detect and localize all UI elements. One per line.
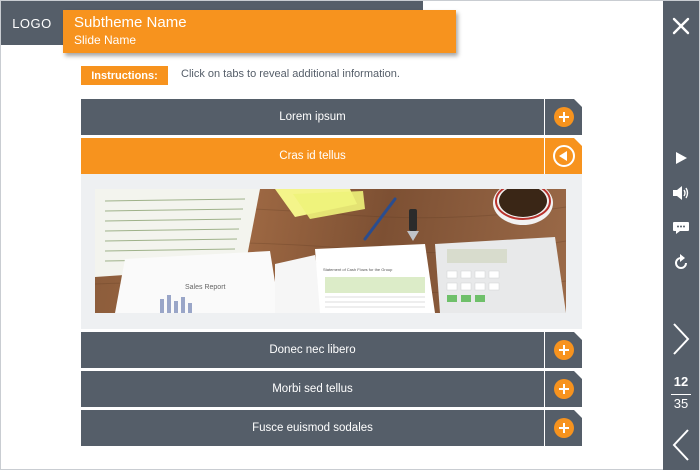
volume-icon (673, 186, 689, 200)
statement-heading-text: Statement of Cash Flows for the Group (323, 267, 393, 272)
page-total: 35 (673, 396, 689, 411)
tab-label: Cras id tellus (279, 150, 346, 162)
tab-donec-nec-libero[interactable]: Donec nec libero (81, 332, 582, 368)
expand-button[interactable] (544, 332, 582, 368)
plus-icon (553, 107, 574, 127)
tab-label: Donec nec libero (269, 344, 356, 356)
slide-frame: LOGO Subtheme Name Slide Name Instructio… (0, 0, 700, 470)
tab-morbi-sed-tellus[interactable]: Morbi sed tellus (81, 371, 582, 407)
page-current: 12 (673, 374, 689, 389)
comment-icon (673, 222, 689, 234)
tab-label: Lorem ipsum (279, 111, 346, 123)
play-button[interactable] (663, 143, 699, 173)
prev-slide-button[interactable] (663, 427, 699, 463)
volume-button[interactable] (663, 178, 699, 208)
desk-photo: Sales Report Statement of Cash Flows for… (95, 189, 566, 313)
expand-button[interactable] (544, 371, 582, 407)
subtheme-title: Subtheme Name (74, 14, 187, 31)
tab-content-panel: Sales Report Statement of Cash Flows for… (81, 174, 582, 329)
tab-label: Fusce euismod sodales (252, 422, 373, 434)
title-banner: Subtheme Name Slide Name (63, 10, 456, 53)
tab-lorem-ipsum[interactable]: Lorem ipsum (81, 99, 582, 135)
tab-label: Morbi sed tellus (272, 383, 353, 395)
close-icon (672, 17, 690, 35)
plus-icon (553, 379, 574, 399)
plus-icon (553, 418, 574, 438)
instructions-label: Instructions: (81, 66, 168, 85)
instructions-text: Click on tabs to reveal additional infor… (181, 68, 400, 80)
player-sidebar: 12 35 (663, 1, 699, 470)
chevron-left-icon (672, 429, 689, 461)
next-slide-button[interactable] (663, 321, 699, 357)
desk-photo-illustration: Sales Report Statement of Cash Flows for… (95, 189, 566, 313)
replay-icon (675, 254, 687, 269)
logo: LOGO (12, 15, 52, 31)
chevron-right-icon (673, 323, 690, 355)
sales-report-text: Sales Report (185, 284, 226, 291)
page-divider (671, 394, 691, 395)
replay-button[interactable] (663, 248, 699, 278)
tab-fusce-euismod-sodales[interactable]: Fusce euismod sodales (81, 410, 582, 446)
play-icon (676, 152, 687, 164)
close-button[interactable] (663, 11, 699, 41)
collapse-icon (552, 145, 575, 167)
expand-button[interactable] (544, 99, 582, 135)
slide-title: Slide Name (74, 33, 137, 47)
expand-button[interactable] (544, 410, 582, 446)
plus-icon (553, 340, 574, 360)
collapse-button[interactable] (544, 138, 582, 174)
comment-button[interactable] (663, 213, 699, 243)
tab-cras-id-tellus[interactable]: Cras id tellus (81, 138, 582, 174)
